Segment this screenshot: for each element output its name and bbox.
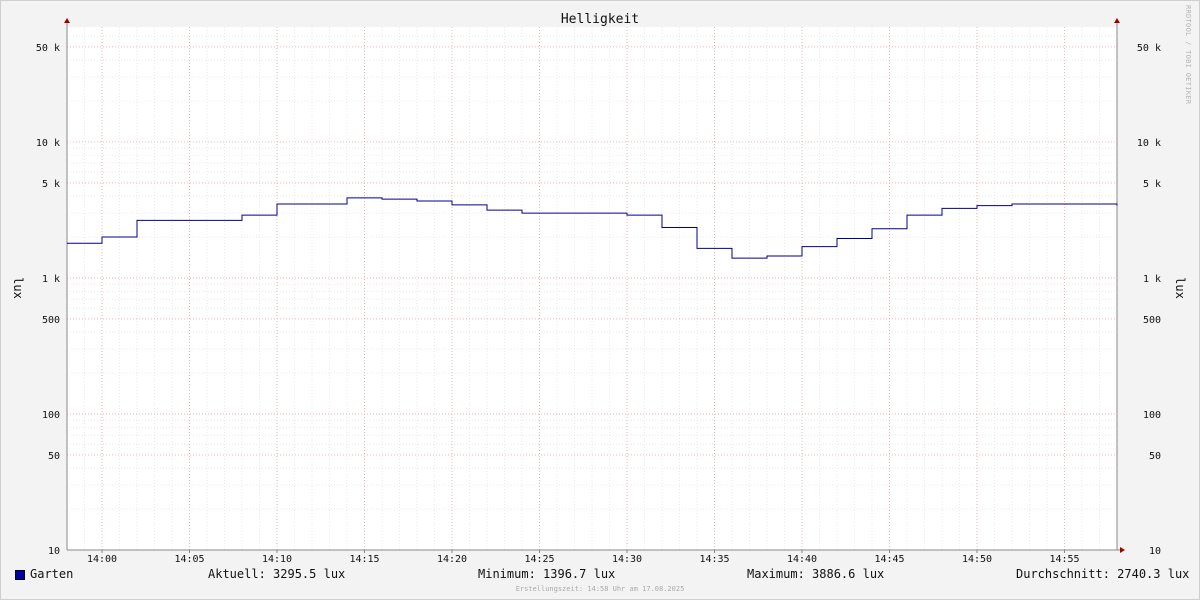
y-axis-label-right: lux	[1173, 277, 1187, 299]
y-tick-label-left: 10 k	[36, 138, 60, 149]
x-tick-label: 14:55	[1049, 554, 1079, 565]
y-tick-label-left: 5 k	[42, 179, 60, 190]
y-tick-label-right: 10 k	[1137, 138, 1161, 149]
x-tick-label: 14:30	[612, 554, 642, 565]
y-tick-label-right: 50	[1149, 451, 1161, 462]
y-tick-label-right: 50 k	[1137, 43, 1161, 54]
y-ticks-right: 50 k 10 k 5 k 1 k 500 100 50 10	[1137, 43, 1161, 557]
legend-swatch	[15, 570, 25, 580]
chart: 50 k10 k5 k1 k5001005010 50 k10 k5 k1 k5…	[11, 12, 1187, 565]
x-tick-label: 14:35	[699, 554, 729, 565]
x-tick-label: 14:45	[874, 554, 904, 565]
legend: Garten Aktuell: 3295.5 lux Minimum: 1396…	[0, 567, 1200, 585]
x-tick-label: 14:10	[262, 554, 292, 565]
stat-maximum: Maximum: 3886.6 lux	[747, 567, 885, 581]
y-tick-label-left: 10	[48, 546, 60, 557]
y-tick-label-left: 50	[48, 451, 60, 462]
x-tick-label: 14:15	[349, 554, 379, 565]
watermark: RRDTOOL / TOBI OETIKER	[1184, 5, 1192, 105]
y-tick-label-right: 10	[1149, 546, 1161, 557]
grid-minor	[67, 27, 1117, 550]
y-tick-label-left: 50 k	[36, 43, 60, 54]
x-axis-arrow	[1120, 547, 1125, 553]
y-axis-arrow-right	[1114, 18, 1120, 23]
y-tick-label-left: 100	[42, 410, 60, 421]
legend-series-name: Garten	[30, 567, 74, 581]
chart-title: Helligkeit	[561, 12, 639, 27]
x-tick-label: 14:40	[787, 554, 817, 565]
y-axis-label-left: lux	[11, 277, 25, 299]
y-tick-label-right: 5 k	[1143, 179, 1161, 190]
y-tick-label-right: 1 k	[1143, 274, 1161, 285]
x-tick-label: 14:00	[87, 554, 117, 565]
stat-minimum: Minimum: 1396.7 lux	[478, 567, 616, 581]
y-tick-label-right: 100	[1143, 410, 1161, 421]
x-tick-label: 14:25	[524, 554, 554, 565]
x-ticks: 14:00 14:05 14:10 14:15 14:20 14:25 14:30 14:35…	[87, 550, 1080, 565]
x-tick-label: 14:05	[174, 554, 204, 565]
x-tick-label: 14:50	[962, 554, 992, 565]
y-tick-label-left: 500	[42, 315, 60, 326]
stat-current: Aktuell: 3295.5 lux	[208, 567, 346, 581]
footer-timestamp: Erstellungszeit: 14:58 Uhr am 17.08.2025	[515, 585, 685, 593]
stat-average: Durchschnitt: 2740.3 lux	[1016, 567, 1190, 581]
y-tick-label-right: 500	[1143, 315, 1161, 326]
y-tick-label-left: 1 k	[42, 274, 60, 285]
x-tick-label: 14:20	[437, 554, 467, 565]
y-ticks-left: 50 k 10 k 5 k 1 k 500 100 50 10	[36, 43, 60, 557]
y-axis-arrow-left	[64, 18, 70, 23]
